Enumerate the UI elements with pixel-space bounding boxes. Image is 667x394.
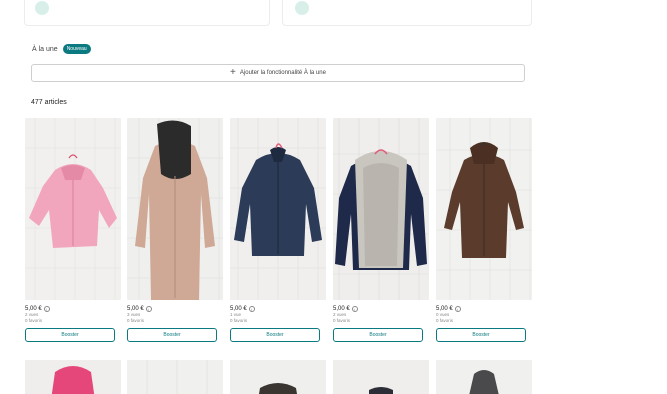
item-photo[interactable] bbox=[127, 118, 223, 300]
new-badge: Nouveau bbox=[62, 44, 91, 54]
item-card[interactable]: 5,00 € i 2 vues 0 favoris Booster bbox=[25, 118, 121, 342]
item-photo[interactable] bbox=[127, 360, 223, 394]
info-icon[interactable]: i bbox=[248, 306, 255, 312]
info-icon[interactable]: i bbox=[43, 306, 50, 312]
summary-card-right[interactable] bbox=[282, 0, 532, 26]
boost-button[interactable]: Booster bbox=[25, 328, 115, 342]
item-card[interactable]: 5,00 € i 1 vue 0 favoris Booster bbox=[230, 118, 326, 342]
item-photo[interactable] bbox=[436, 118, 532, 300]
item-photo[interactable] bbox=[25, 118, 121, 300]
item-photo[interactable] bbox=[230, 360, 326, 394]
item-card[interactable]: 5,00 € i 0 vues 0 favoris Booster bbox=[436, 118, 532, 342]
item-favorites: 0 favoris bbox=[25, 318, 43, 323]
item-photo[interactable] bbox=[333, 360, 429, 394]
boost-button[interactable]: Booster bbox=[333, 328, 423, 342]
item-card[interactable]: 5,00 € i 2 vues 0 favoris Booster bbox=[333, 118, 429, 342]
featured-label: À la une bbox=[32, 45, 58, 53]
info-icon[interactable]: i bbox=[351, 306, 358, 312]
top-summary-cards bbox=[24, 0, 532, 26]
article-count: 477 articles bbox=[31, 99, 67, 106]
item-favorites: 0 favoris bbox=[436, 318, 454, 323]
item-photo[interactable] bbox=[25, 360, 121, 394]
boost-button[interactable]: Booster bbox=[436, 328, 526, 342]
plus-icon: + bbox=[230, 67, 236, 78]
boost-button[interactable]: Booster bbox=[127, 328, 217, 342]
avatar-icon bbox=[295, 1, 309, 15]
summary-card-left[interactable] bbox=[24, 0, 270, 26]
boost-button[interactable]: Booster bbox=[230, 328, 320, 342]
add-featured-label: Ajouter la fonctionnalité À la une bbox=[239, 70, 326, 76]
item-favorites: 0 favoris bbox=[127, 318, 145, 323]
item-photo[interactable] bbox=[436, 360, 532, 394]
info-icon[interactable]: i bbox=[145, 306, 152, 312]
item-favorites: 0 favoris bbox=[230, 318, 248, 323]
item-card[interactable]: 5,00 € i 3 vues 0 favoris Booster bbox=[127, 118, 223, 342]
item-favorites: 0 favoris bbox=[333, 318, 351, 323]
add-featured-button[interactable]: + Ajouter la fonctionnalité À la une bbox=[31, 64, 525, 82]
item-photo[interactable] bbox=[230, 118, 326, 300]
avatar-icon bbox=[35, 1, 49, 15]
item-photo[interactable] bbox=[333, 118, 429, 300]
info-icon[interactable]: i bbox=[454, 306, 461, 312]
featured-header: À la une Nouveau bbox=[32, 44, 91, 54]
